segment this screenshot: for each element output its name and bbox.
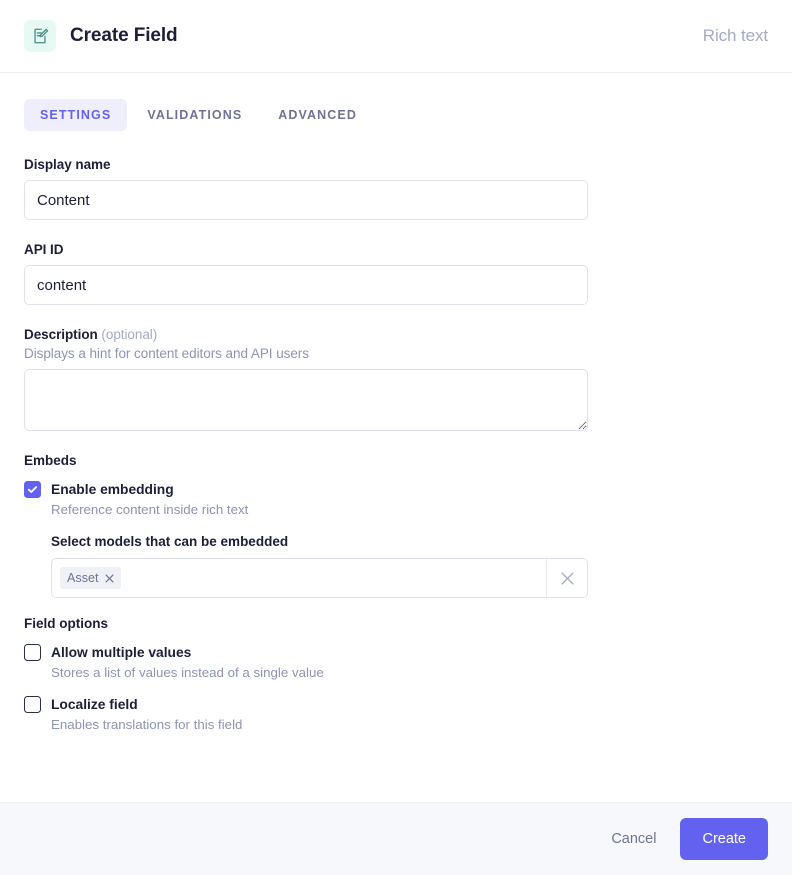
api-id-group: API ID [24, 242, 768, 305]
enable-embedding-row[interactable]: Enable embedding Reference content insid… [24, 480, 768, 520]
description-textarea[interactable] [24, 369, 588, 431]
tab-bar: SETTINGS VALIDATIONS ADVANCED [24, 99, 768, 131]
display-name-group: Display name [24, 157, 768, 220]
close-icon[interactable] [104, 573, 114, 583]
enable-embedding-label: Enable embedding [51, 482, 174, 497]
tab-settings[interactable]: SETTINGS [24, 99, 128, 131]
tab-validations[interactable]: VALIDATIONS [131, 99, 258, 131]
localize-field-text: Localize field Enables translations for … [51, 695, 242, 735]
rich-text-field-icon [24, 20, 56, 52]
allow-multiple-values-help: Stores a list of values instead of a sin… [51, 665, 324, 680]
description-help-text: Displays a hint for content editors and … [24, 346, 309, 361]
allow-multiple-values-label: Allow multiple values [51, 645, 192, 660]
dialog-body: SETTINGS VALIDATIONS ADVANCED Display na… [0, 73, 792, 802]
api-id-label: API ID [24, 242, 64, 257]
header-left-group: Create Field [24, 20, 178, 52]
page-title: Create Field [70, 25, 178, 46]
allow-multiple-values-text: Allow multiple values Stores a list of v… [51, 643, 324, 683]
embed-models-multiselect[interactable]: Asset [51, 558, 588, 598]
allow-multiple-values-checkbox[interactable] [24, 644, 41, 661]
localize-field-row[interactable]: Localize field Enables translations for … [24, 695, 768, 735]
enable-embedding-text: Enable embedding Reference content insid… [51, 480, 248, 520]
field-type-label: Rich text [702, 26, 768, 45]
localize-field-label: Localize field [51, 697, 138, 712]
localize-field-help: Enables translations for this field [51, 717, 243, 732]
description-label: Description (optional) [24, 327, 768, 342]
display-name-label: Display name [24, 157, 111, 172]
embed-model-chip: Asset [60, 567, 121, 589]
description-label-text: Description [24, 327, 98, 342]
embeds-section-title: Embeds [24, 453, 77, 468]
enable-embedding-checkbox[interactable] [24, 481, 41, 498]
display-name-input[interactable] [24, 180, 588, 220]
api-id-input[interactable] [24, 265, 588, 305]
embed-model-chip-label: Asset [67, 571, 99, 585]
field-options-section: Field options Allow multiple values Stor… [24, 616, 768, 735]
embeds-section: Embeds Enable embedding Reference conten… [24, 453, 768, 598]
clear-selection-button[interactable] [546, 559, 587, 597]
field-options-section-title: Field options [24, 616, 108, 631]
description-group: Description (optional) Displays a hint f… [24, 327, 768, 431]
create-button[interactable]: Create [680, 818, 768, 860]
localize-field-checkbox[interactable] [24, 696, 41, 713]
cancel-button[interactable]: Cancel [595, 821, 672, 857]
create-field-dialog: Create Field Rich text SETTINGS VALIDATI… [0, 0, 792, 875]
enable-embedding-help: Reference content inside rich text [51, 502, 249, 517]
description-optional-tag: (optional) [101, 327, 158, 342]
embed-models-label: Select models that can be embedded [51, 534, 289, 549]
embed-models-value-area[interactable]: Asset [52, 559, 546, 597]
allow-multiple-values-row[interactable]: Allow multiple values Stores a list of v… [24, 643, 768, 683]
dialog-header: Create Field Rich text [0, 0, 792, 73]
tab-advanced[interactable]: ADVANCED [262, 99, 373, 131]
dialog-footer: Cancel Create [0, 802, 792, 875]
embed-models-block: Select models that can be embedded Asset [51, 534, 768, 598]
